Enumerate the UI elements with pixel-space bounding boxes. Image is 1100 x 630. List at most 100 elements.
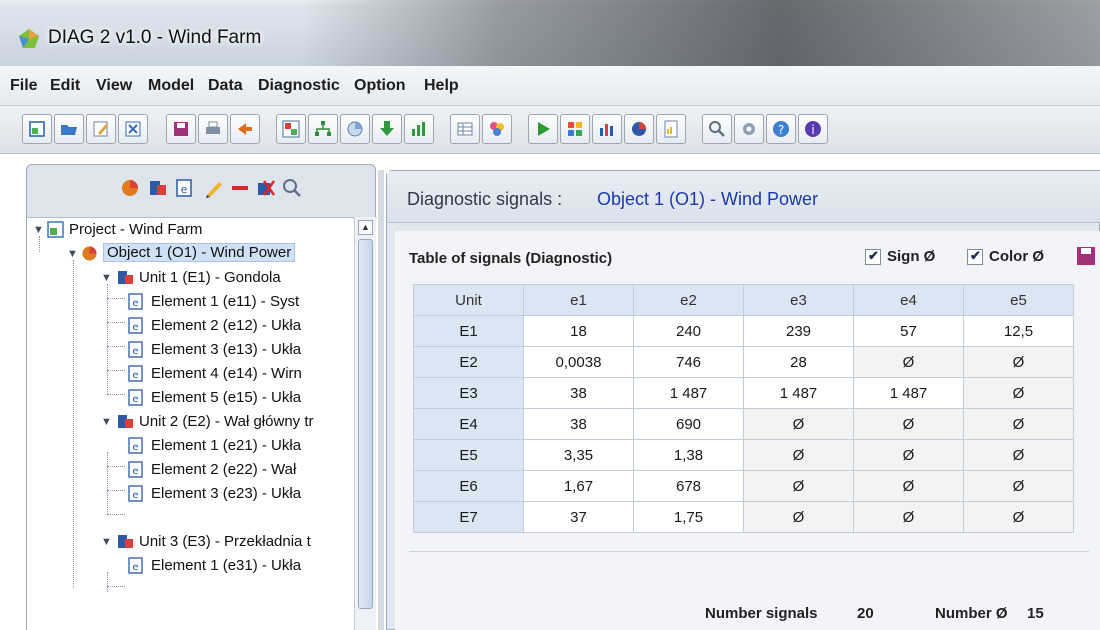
delete-tool-icon[interactable] (255, 177, 277, 199)
menu-file[interactable]: File (10, 77, 38, 95)
bar-chart-icon[interactable] (592, 114, 622, 144)
edit-icon[interactable] (86, 114, 116, 144)
expand-toggle-icon[interactable]: ▼ (101, 416, 112, 428)
table-icon[interactable] (450, 114, 480, 144)
tree-node-element[interactable]: e Element 1 (e21) - Ukła (27, 434, 347, 458)
signal-cell[interactable]: 240 (633, 315, 744, 347)
signal-cell[interactable]: 57 (853, 315, 964, 347)
unit-cell[interactable]: E2 (413, 346, 524, 378)
menu-option[interactable]: Option (354, 77, 406, 95)
tree-node-element[interactable]: e Element 1 (e11) - Syst (27, 290, 347, 314)
signal-cell[interactable]: 1,38 (633, 439, 744, 471)
signal-cell[interactable]: Ø (743, 501, 854, 533)
checkbox-checked-icon[interactable] (865, 248, 881, 265)
menu-model[interactable]: Model (148, 77, 194, 95)
download-icon[interactable] (372, 114, 402, 144)
menu-help[interactable]: Help (424, 77, 459, 95)
menu-view[interactable]: View (96, 77, 132, 95)
expand-toggle-icon[interactable]: ▼ (101, 272, 112, 284)
signal-cell[interactable]: Ø (963, 470, 1074, 502)
expand-toggle-icon[interactable]: ▼ (67, 248, 78, 260)
column-header[interactable]: e2 (633, 284, 744, 316)
column-header[interactable]: e5 (963, 284, 1074, 316)
unit-cell[interactable]: E7 (413, 501, 524, 533)
save-icon[interactable] (166, 114, 196, 144)
report-icon[interactable] (656, 114, 686, 144)
signal-cell[interactable]: 3,35 (523, 439, 634, 471)
zoom-icon[interactable] (702, 114, 732, 144)
tree-node-element[interactable]: e Element 2 (e22) - Wał (27, 458, 347, 482)
column-header[interactable]: e1 (523, 284, 634, 316)
menu-edit[interactable]: Edit (50, 77, 80, 95)
expand-toggle-icon[interactable]: ▼ (101, 536, 112, 548)
unit-cell[interactable]: E1 (413, 315, 524, 347)
remove-icon[interactable] (229, 177, 251, 199)
menu-data[interactable]: Data (208, 77, 243, 95)
signal-cell[interactable]: Ø (853, 346, 964, 378)
tree-node-element[interactable]: e Element 2 (e12) - Ukła (27, 314, 347, 338)
unit-cell[interactable]: E5 (413, 439, 524, 471)
unit-cell[interactable]: E6 (413, 470, 524, 502)
tree-node-element[interactable]: e Element 5 (e15) - Ukła (27, 386, 347, 410)
tree-node-element[interactable]: e Element 4 (e14) - Wirn (27, 362, 347, 386)
settings-icon[interactable] (734, 114, 764, 144)
close-document-icon[interactable] (118, 114, 148, 144)
palette-icon[interactable] (482, 114, 512, 144)
signal-cell[interactable]: 678 (633, 470, 744, 502)
tree-node-unit-2[interactable]: ▼ Unit 2 (E2) - Wał główny tr (27, 410, 347, 434)
tree-node-element[interactable]: e Element 1 (e31) - Ukła (27, 554, 347, 578)
tree-node-project[interactable]: ▼ Project - Wind Farm (27, 218, 347, 242)
signal-cell[interactable]: Ø (853, 408, 964, 440)
signal-cell[interactable]: 12,5 (963, 315, 1074, 347)
tree-node-element[interactable]: e Element 3 (e13) - Ukła (27, 338, 347, 362)
tree-scrollbar[interactable]: ▲ (354, 217, 376, 630)
signal-cell[interactable]: Ø (963, 346, 1074, 378)
signal-cell[interactable]: 0,0038 (523, 346, 634, 378)
signal-cell[interactable]: 1,75 (633, 501, 744, 533)
signal-cell[interactable]: 239 (743, 315, 854, 347)
scroll-up-icon[interactable]: ▲ (358, 220, 373, 235)
search-icon[interactable] (281, 177, 303, 199)
model-icon[interactable] (276, 114, 306, 144)
grid-icon[interactable] (560, 114, 590, 144)
signal-cell[interactable]: Ø (743, 439, 854, 471)
print-icon[interactable] (198, 114, 228, 144)
menu-diagnostic[interactable]: Diagnostic (258, 77, 340, 95)
unit-cell[interactable]: E4 (413, 408, 524, 440)
signal-cell[interactable]: 1 487 (743, 377, 854, 409)
signal-cell[interactable]: 690 (633, 408, 744, 440)
open-folder-icon[interactable] (54, 114, 84, 144)
tree-node-unit-1[interactable]: ▼ Unit 1 (E1) - Gondola (27, 266, 347, 290)
tree-node-object-1[interactable]: ▼ Object 1 (O1) - Wind Power (27, 242, 347, 266)
add-object-icon[interactable] (119, 177, 141, 199)
signal-cell[interactable]: 28 (743, 346, 854, 378)
new-project-icon[interactable] (22, 114, 52, 144)
add-element-icon[interactable]: e (173, 177, 195, 199)
signal-cell[interactable]: Ø (743, 408, 854, 440)
panel-splitter[interactable] (378, 170, 384, 630)
signal-cell[interactable]: 38 (523, 408, 634, 440)
scroll-thumb[interactable] (358, 239, 373, 609)
run-icon[interactable] (528, 114, 558, 144)
checkbox-checked-icon[interactable] (967, 248, 983, 265)
signal-cell[interactable]: 38 (523, 377, 634, 409)
edit-pencil-icon[interactable] (203, 177, 225, 199)
hierarchy-icon[interactable] (308, 114, 338, 144)
signal-cell[interactable]: Ø (963, 408, 1074, 440)
help-icon[interactable]: ? (766, 114, 796, 144)
signal-cell[interactable]: 18 (523, 315, 634, 347)
exit-icon[interactable] (230, 114, 260, 144)
signal-cell[interactable]: Ø (853, 501, 964, 533)
info-icon[interactable]: i (798, 114, 828, 144)
tree-node-element[interactable]: e Element 3 (e23) - Ukła (27, 482, 347, 506)
add-unit-icon[interactable] (147, 177, 169, 199)
signal-cell[interactable]: 1 487 (633, 377, 744, 409)
signal-cell[interactable]: 1 487 (853, 377, 964, 409)
signal-cell[interactable]: 37 (523, 501, 634, 533)
signal-cell[interactable]: 1,67 (523, 470, 634, 502)
expand-toggle-icon[interactable]: ▼ (33, 224, 44, 236)
signal-cell[interactable]: Ø (963, 501, 1074, 533)
signal-cell[interactable]: Ø (963, 377, 1074, 409)
column-header[interactable]: e4 (853, 284, 964, 316)
signal-cell[interactable]: Ø (853, 470, 964, 502)
